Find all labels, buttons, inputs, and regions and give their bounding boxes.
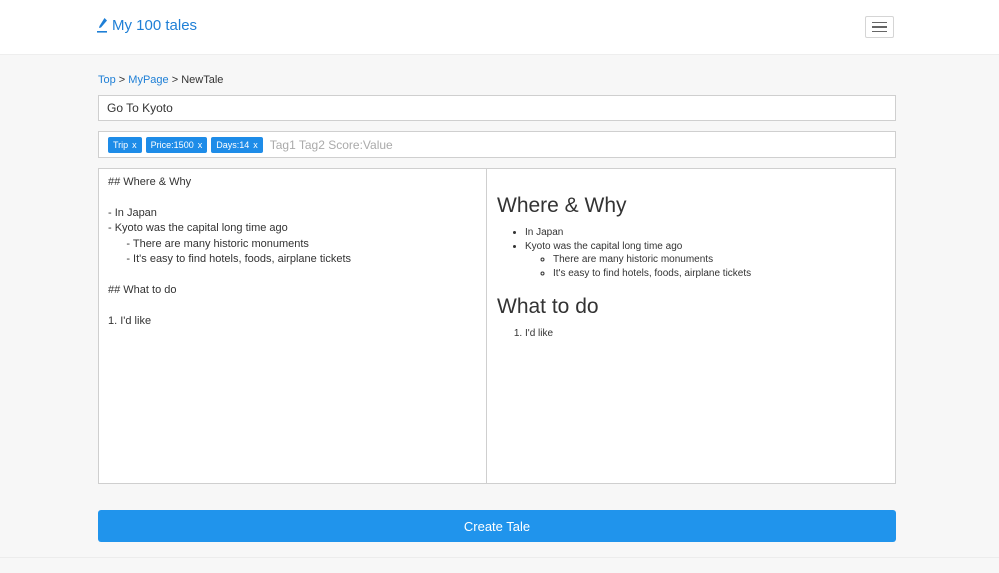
breadcrumb-separator: > — [115, 74, 129, 86]
create-tale-button[interactable]: Create Tale — [98, 510, 896, 542]
list-item: In Japan — [525, 226, 885, 240]
tag-text-input[interactable] — [267, 136, 572, 153]
breadcrumb-separator: > — [168, 74, 182, 86]
footer-divider — [0, 557, 999, 558]
tag-remove-button[interactable]: x — [132, 137, 137, 153]
tag-label: Trip — [113, 139, 129, 150]
list-item: It's easy to find hotels, foods, airplan… — [553, 267, 885, 281]
brand-link[interactable]: My 100 tales — [97, 17, 197, 34]
list-item: There are many historic monuments — [553, 253, 885, 267]
markdown-editor[interactable]: ## Where & Why - In Japan - Kyoto was th… — [99, 169, 487, 483]
preview-heading: Where & Why — [497, 194, 627, 217]
tag-label: Price:1500 — [150, 139, 194, 150]
tag-chip[interactable]: Days:14 x — [211, 136, 263, 153]
editor-container: ## Where & Why - In Japan - Kyoto was th… — [98, 168, 896, 484]
pen-icon — [97, 17, 107, 33]
tag-chip[interactable]: Trip x — [108, 136, 142, 153]
tag-chip[interactable]: Price:1500 x — [145, 136, 208, 153]
hamburger-menu-button[interactable] — [865, 16, 894, 38]
preview-sublist: There are many historic monuments It's e… — [525, 253, 885, 280]
breadcrumb-top-link[interactable]: Top — [98, 74, 116, 86]
preview-list: In Japan Kyoto was the capital long time… — [497, 226, 885, 280]
breadcrumb: Top > MyPage > NewTale — [98, 74, 223, 86]
tag-remove-button[interactable]: x — [198, 137, 203, 153]
list-item: Kyoto was the capital long time ago Ther… — [525, 240, 885, 281]
preview-ordered-list: I'd like — [497, 327, 885, 341]
breadcrumb-mypage-link[interactable]: MyPage — [128, 74, 168, 86]
tag-input-box[interactable]: Trip x Price:1500 x Days:14 x — [98, 131, 896, 158]
tag-remove-button[interactable]: x — [253, 137, 258, 153]
tag-label: Days:14 — [216, 139, 250, 150]
navbar: My 100 tales — [0, 0, 999, 55]
preview-heading: What to do — [497, 295, 599, 318]
brand-title: My 100 tales — [112, 17, 198, 34]
hamburger-menu-icon — [872, 21, 887, 24]
tale-title-input[interactable] — [98, 95, 896, 121]
list-item: I'd like — [525, 327, 885, 341]
markdown-preview: Where & Why In Japan Kyoto was the capit… — [487, 169, 895, 483]
breadcrumb-current: NewTale — [181, 74, 224, 86]
